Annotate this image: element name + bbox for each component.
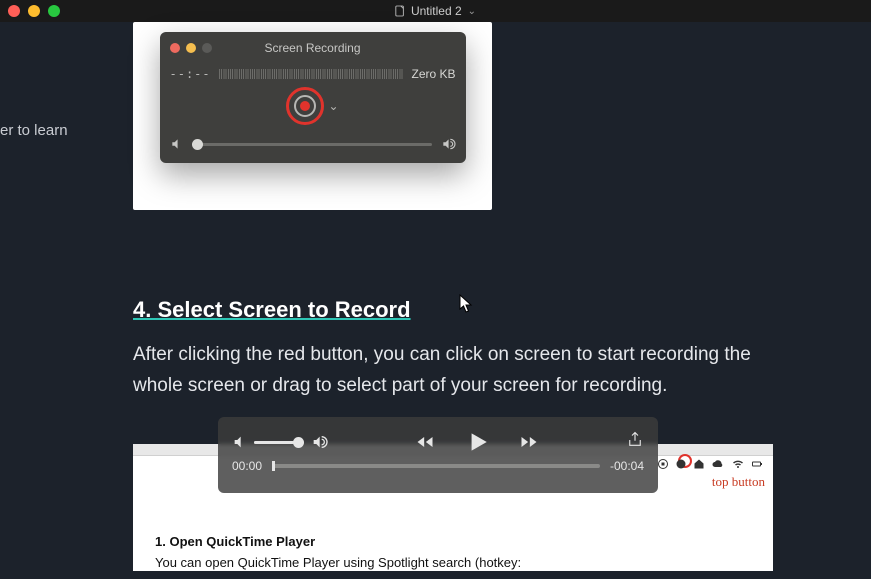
player-volume-mute-icon[interactable] — [232, 434, 248, 450]
window-close-icon[interactable] — [8, 5, 20, 17]
window-titlebar: Untitled 2 ⌄ — [0, 0, 871, 22]
quicktime-size: Zero KB — [411, 67, 455, 81]
home-icon — [693, 458, 705, 470]
play-button[interactable] — [464, 429, 490, 455]
player-scrubber[interactable] — [272, 464, 600, 468]
quicktime-panel: Screen Recording --:-- Zero KB ⌄ — [160, 32, 466, 163]
fast-forward-button[interactable] — [516, 432, 542, 452]
battery-icon — [751, 458, 763, 470]
quicktime-waveform — [219, 69, 404, 79]
player-current-time: 00:00 — [232, 459, 262, 473]
cloud-icon — [711, 458, 725, 470]
quicktime-time: --:-- — [170, 67, 211, 81]
record-dot-icon — [300, 101, 310, 111]
chevron-down-icon: ⌄ — [468, 6, 476, 17]
player-remaining-time: -00:04 — [610, 459, 644, 473]
window-traffic-lights — [8, 5, 60, 17]
share-button[interactable] — [626, 431, 644, 454]
player-volume-full-icon[interactable] — [310, 434, 328, 450]
embedded-doc-body: You can open QuickTime Player using Spot… — [155, 555, 521, 570]
embedded-doc-heading: 1. Open QuickTime Player — [155, 534, 521, 549]
quicktime-screenshot: Screen Recording --:-- Zero KB ⌄ — [133, 22, 492, 210]
window-zoom-icon[interactable] — [48, 5, 60, 17]
volume-high-icon — [440, 137, 456, 151]
record-options-chevron-icon: ⌄ — [328, 99, 338, 113]
player-volume-slider[interactable] — [254, 441, 304, 444]
wifi-icon — [731, 458, 745, 470]
document-icon — [395, 5, 405, 17]
quicktime-volume-slider — [192, 143, 432, 146]
quicktime-title: Screen Recording — [170, 41, 456, 55]
volume-low-icon — [170, 137, 184, 151]
stop-record-icon — [657, 458, 669, 470]
menubar-icons — [657, 458, 763, 470]
window-title-group[interactable]: Untitled 2 ⌄ — [395, 4, 476, 18]
record-highlight-circle-icon — [286, 87, 324, 125]
stop-button-label: top button — [712, 474, 765, 490]
fan-icon — [675, 458, 687, 470]
window-title: Untitled 2 — [411, 4, 462, 18]
window-minimize-icon[interactable] — [28, 5, 40, 17]
record-button — [294, 95, 316, 117]
rewind-button[interactable] — [412, 432, 438, 452]
embedded-doc-text: 1. Open QuickTime Player You can open Qu… — [155, 534, 521, 570]
section-heading: 4. Select Screen to Record — [133, 297, 411, 323]
section-paragraph: After clicking the red button, you can c… — [133, 339, 763, 402]
video-player-controls: 00:00 -00:04 — [218, 417, 658, 493]
